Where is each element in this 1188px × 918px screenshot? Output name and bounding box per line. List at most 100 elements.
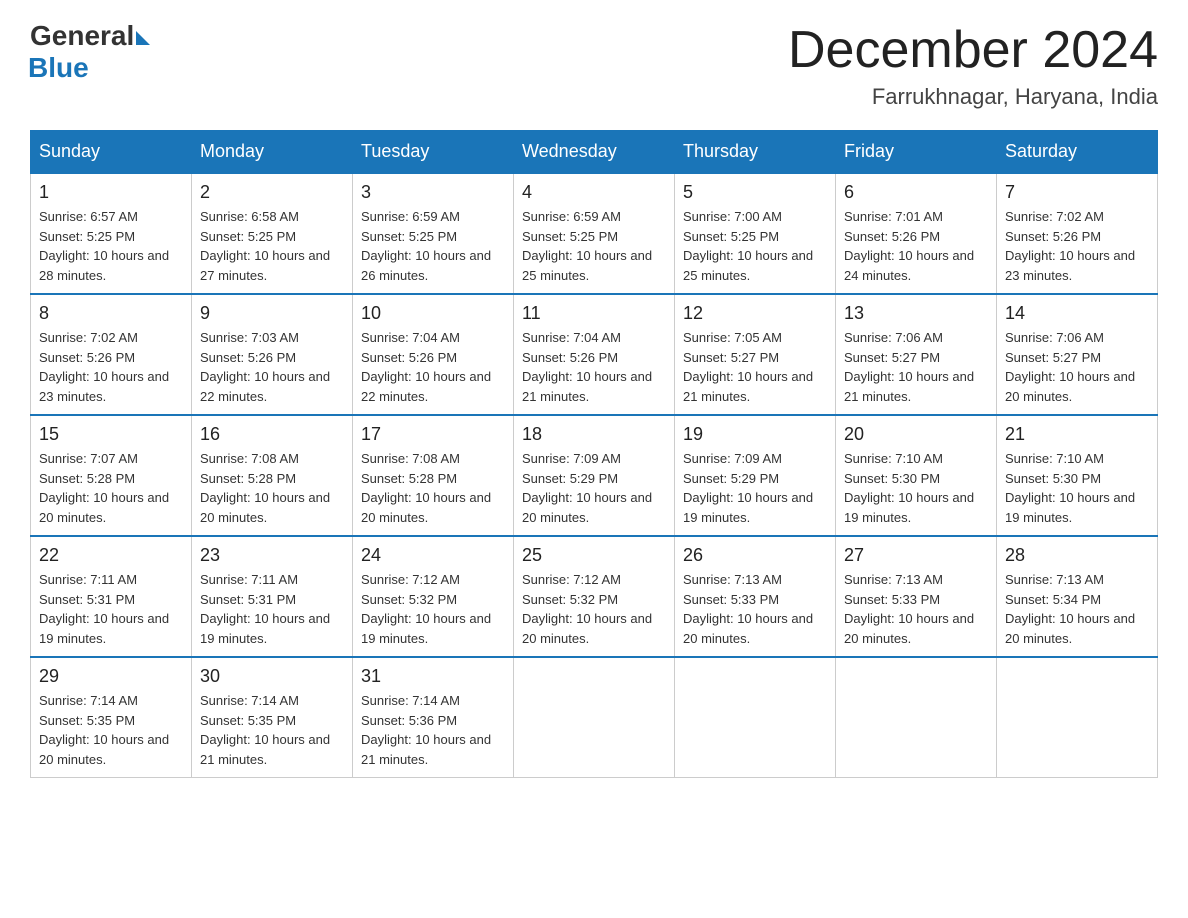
- calendar-header-row: SundayMondayTuesdayWednesdayThursdayFrid…: [31, 131, 1158, 174]
- logo-arrow-icon: [136, 31, 150, 45]
- calendar-cell: 5 Sunrise: 7:00 AMSunset: 5:25 PMDaylight…: [675, 173, 836, 294]
- calendar-cell: 14Sunrise: 7:06 AMSunset: 5:27 PMDayligh…: [997, 294, 1158, 415]
- day-number: 1: [39, 182, 183, 203]
- day-number: 17: [361, 424, 505, 445]
- day-number: 25: [522, 545, 666, 566]
- calendar-cell: 29 Sunrise: 7:14 AMSunset: 5:35 PMDayligh…: [31, 657, 192, 778]
- calendar-subtitle: Farrukhnagar, Haryana, India: [788, 84, 1158, 110]
- calendar-cell: [514, 657, 675, 778]
- calendar-cell: 27 Sunrise: 7:13 AMSunset: 5:33 PMDayligh…: [836, 536, 997, 657]
- calendar-cell: 21 Sunrise: 7:10 AMSunset: 5:30 PMDayligh…: [997, 415, 1158, 536]
- week-row-1: 1 Sunrise: 6:57 AMSunset: 5:25 PMDaylight…: [31, 173, 1158, 294]
- week-row-4: 22 Sunrise: 7:11 AMSunset: 5:31 PMDayligh…: [31, 536, 1158, 657]
- header-monday: Monday: [192, 131, 353, 174]
- calendar-cell: 17Sunrise: 7:08 AMSunset: 5:28 PMDayligh…: [353, 415, 514, 536]
- header-tuesday: Tuesday: [353, 131, 514, 174]
- day-number: 4: [522, 182, 666, 203]
- day-info: Sunrise: 7:14 AMSunset: 5:35 PMDaylight:…: [200, 691, 344, 769]
- day-number: 14: [1005, 303, 1149, 324]
- day-info: Sunrise: 7:13 AMSunset: 5:33 PMDaylight:…: [844, 570, 988, 648]
- day-number: 18: [522, 424, 666, 445]
- calendar-cell: 22 Sunrise: 7:11 AMSunset: 5:31 PMDayligh…: [31, 536, 192, 657]
- calendar-cell: 20 Sunrise: 7:10 AMSunset: 5:30 PMDayligh…: [836, 415, 997, 536]
- day-number: 12: [683, 303, 827, 324]
- day-info: Sunrise: 6:57 AMSunset: 5:25 PMDaylight:…: [39, 207, 183, 285]
- calendar-cell: 12 Sunrise: 7:05 AMSunset: 5:27 PMDayligh…: [675, 294, 836, 415]
- calendar-cell: 16Sunrise: 7:08 AMSunset: 5:28 PMDayligh…: [192, 415, 353, 536]
- calendar-cell: 23Sunrise: 7:11 AMSunset: 5:31 PMDayligh…: [192, 536, 353, 657]
- day-info: Sunrise: 7:09 AMSunset: 5:29 PMDaylight:…: [522, 449, 666, 527]
- calendar-cell: 26 Sunrise: 7:13 AMSunset: 5:33 PMDayligh…: [675, 536, 836, 657]
- header-saturday: Saturday: [997, 131, 1158, 174]
- day-number: 29: [39, 666, 183, 687]
- day-info: Sunrise: 7:00 AMSunset: 5:25 PMDaylight:…: [683, 207, 827, 285]
- day-info: Sunrise: 7:12 AMSunset: 5:32 PMDaylight:…: [361, 570, 505, 648]
- day-number: 2: [200, 182, 344, 203]
- day-number: 22: [39, 545, 183, 566]
- day-number: 27: [844, 545, 988, 566]
- calendar-cell: 6Sunrise: 7:01 AMSunset: 5:26 PMDaylight…: [836, 173, 997, 294]
- logo-blue-text: Blue: [28, 52, 89, 84]
- day-number: 26: [683, 545, 827, 566]
- day-number: 8: [39, 303, 183, 324]
- day-info: Sunrise: 7:13 AMSunset: 5:33 PMDaylight:…: [683, 570, 827, 648]
- day-number: 10: [361, 303, 505, 324]
- calendar-cell: 7Sunrise: 7:02 AMSunset: 5:26 PMDaylight…: [997, 173, 1158, 294]
- calendar-cell: 4 Sunrise: 6:59 AMSunset: 5:25 PMDaylight…: [514, 173, 675, 294]
- header-friday: Friday: [836, 131, 997, 174]
- title-block: December 2024 Farrukhnagar, Haryana, Ind…: [788, 20, 1158, 110]
- day-number: 28: [1005, 545, 1149, 566]
- calendar-cell: 30 Sunrise: 7:14 AMSunset: 5:35 PMDayligh…: [192, 657, 353, 778]
- day-number: 21: [1005, 424, 1149, 445]
- logo-general-text: General: [30, 20, 134, 52]
- day-info: Sunrise: 7:09 AMSunset: 5:29 PMDaylight:…: [683, 449, 827, 527]
- calendar-table: SundayMondayTuesdayWednesdayThursdayFrid…: [30, 130, 1158, 778]
- calendar-cell: 2 Sunrise: 6:58 AMSunset: 5:25 PMDaylight…: [192, 173, 353, 294]
- day-number: 19: [683, 424, 827, 445]
- calendar-cell: 15Sunrise: 7:07 AMSunset: 5:28 PMDayligh…: [31, 415, 192, 536]
- header-sunday: Sunday: [31, 131, 192, 174]
- day-info: Sunrise: 7:12 AMSunset: 5:32 PMDaylight:…: [522, 570, 666, 648]
- day-number: 13: [844, 303, 988, 324]
- day-number: 24: [361, 545, 505, 566]
- calendar-cell: 10Sunrise: 7:04 AMSunset: 5:26 PMDayligh…: [353, 294, 514, 415]
- calendar-cell: 9 Sunrise: 7:03 AMSunset: 5:26 PMDaylight…: [192, 294, 353, 415]
- day-info: Sunrise: 6:59 AMSunset: 5:25 PMDaylight:…: [522, 207, 666, 285]
- day-number: 3: [361, 182, 505, 203]
- day-number: 30: [200, 666, 344, 687]
- page-header: General Blue December 2024 Farrukhnagar,…: [30, 20, 1158, 110]
- day-info: Sunrise: 7:05 AMSunset: 5:27 PMDaylight:…: [683, 328, 827, 406]
- day-info: Sunrise: 6:58 AMSunset: 5:25 PMDaylight:…: [200, 207, 344, 285]
- week-row-5: 29 Sunrise: 7:14 AMSunset: 5:35 PMDayligh…: [31, 657, 1158, 778]
- day-number: 23: [200, 545, 344, 566]
- day-number: 6: [844, 182, 988, 203]
- calendar-cell: 24 Sunrise: 7:12 AMSunset: 5:32 PMDayligh…: [353, 536, 514, 657]
- calendar-cell: [836, 657, 997, 778]
- day-info: Sunrise: 7:04 AMSunset: 5:26 PMDaylight:…: [522, 328, 666, 406]
- header-wednesday: Wednesday: [514, 131, 675, 174]
- calendar-cell: [997, 657, 1158, 778]
- day-info: Sunrise: 7:14 AMSunset: 5:35 PMDaylight:…: [39, 691, 183, 769]
- day-number: 5: [683, 182, 827, 203]
- day-info: Sunrise: 7:11 AMSunset: 5:31 PMDaylight:…: [39, 570, 183, 648]
- calendar-cell: [675, 657, 836, 778]
- calendar-title: December 2024: [788, 20, 1158, 80]
- week-row-3: 15Sunrise: 7:07 AMSunset: 5:28 PMDayligh…: [31, 415, 1158, 536]
- calendar-cell: 28Sunrise: 7:13 AMSunset: 5:34 PMDayligh…: [997, 536, 1158, 657]
- calendar-cell: 31Sunrise: 7:14 AMSunset: 5:36 PMDayligh…: [353, 657, 514, 778]
- day-info: Sunrise: 6:59 AMSunset: 5:25 PMDaylight:…: [361, 207, 505, 285]
- header-thursday: Thursday: [675, 131, 836, 174]
- calendar-cell: 25 Sunrise: 7:12 AMSunset: 5:32 PMDayligh…: [514, 536, 675, 657]
- day-info: Sunrise: 7:07 AMSunset: 5:28 PMDaylight:…: [39, 449, 183, 527]
- day-info: Sunrise: 7:10 AMSunset: 5:30 PMDaylight:…: [844, 449, 988, 527]
- week-row-2: 8Sunrise: 7:02 AMSunset: 5:26 PMDaylight…: [31, 294, 1158, 415]
- day-number: 9: [200, 303, 344, 324]
- day-number: 7: [1005, 182, 1149, 203]
- day-number: 16: [200, 424, 344, 445]
- day-number: 20: [844, 424, 988, 445]
- day-info: Sunrise: 7:03 AMSunset: 5:26 PMDaylight:…: [200, 328, 344, 406]
- day-info: Sunrise: 7:10 AMSunset: 5:30 PMDaylight:…: [1005, 449, 1149, 527]
- calendar-cell: 19 Sunrise: 7:09 AMSunset: 5:29 PMDayligh…: [675, 415, 836, 536]
- day-info: Sunrise: 7:06 AMSunset: 5:27 PMDaylight:…: [844, 328, 988, 406]
- calendar-cell: 11Sunrise: 7:04 AMSunset: 5:26 PMDayligh…: [514, 294, 675, 415]
